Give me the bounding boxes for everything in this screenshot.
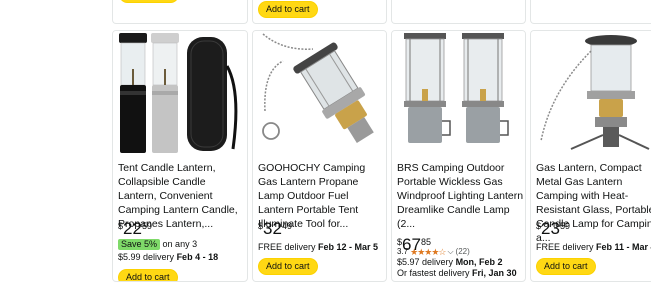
product-price: $ 23 59 <box>536 220 570 238</box>
top-card-2: Add to cart <box>252 0 387 24</box>
product-price: $ 32 49 <box>258 220 292 238</box>
add-to-cart-button[interactable]: Add to cart <box>118 269 178 281</box>
top-card-4 <box>530 0 651 24</box>
delivery-date: Feb 11 - Mar 4 <box>596 242 651 252</box>
add-to-cart-button[interactable]: Add to cart <box>258 258 318 275</box>
add-to-cart-button[interactable]: Add to cart <box>119 0 179 3</box>
delivery-prefix: $5.99 delivery <box>118 252 175 262</box>
add-to-cart-button[interactable]: Add to cart <box>536 258 596 275</box>
product-image[interactable] <box>113 31 247 156</box>
top-card-3 <box>391 0 526 24</box>
delivery-date: Feb 12 - Mar 5 <box>318 242 379 252</box>
product-card[interactable]: GOOHOCHY Camping Gas Lantern Propane Lam… <box>252 30 387 282</box>
price-fraction: 59 <box>141 221 152 231</box>
fastest-prefix: Or fastest delivery <box>397 268 470 278</box>
delivery-line: FREE delivery Feb 12 - Mar 5 <box>258 241 378 253</box>
delivery-date: Feb 4 - 18 <box>176 252 219 262</box>
delivery-prefix: FREE delivery <box>258 242 316 252</box>
price-fraction: 49 <box>281 221 292 231</box>
price-fraction: 59 <box>559 221 570 231</box>
save-suffix: on any 3 <box>162 239 198 249</box>
promo-line: Save 5% on any 3 <box>118 238 197 250</box>
save-badge: Save 5% <box>118 239 161 250</box>
price-fraction: 85 <box>420 237 431 247</box>
product-price: $ 22 59 <box>118 220 152 238</box>
delivery-date: Mon, Feb 2 <box>455 257 503 267</box>
delivery-line: $5.99 delivery Feb 4 - 18 <box>118 251 218 263</box>
delivery-prefix: FREE delivery <box>536 242 594 252</box>
price-whole: 22 <box>123 219 142 238</box>
product-card[interactable]: Gas Lantern, Compact Metal Gas Lantern C… <box>530 30 651 282</box>
fastest-delivery-line: Or fastest delivery Fri, Jan 30 <box>397 267 517 279</box>
product-price: $ 67 85 <box>397 236 431 254</box>
delivery-prefix: $5.97 delivery <box>397 257 454 267</box>
product-card[interactable]: Tent Candle Lantern, Collapsible Candle … <box>112 30 248 282</box>
product-image[interactable] <box>253 31 386 156</box>
price-whole: 67 <box>402 235 421 254</box>
top-card-1: Add to cart <box>112 0 248 24</box>
product-title[interactable]: BRS Camping Outdoor Portable Wickless Ga… <box>397 161 524 231</box>
price-whole: 32 <box>263 219 282 238</box>
delivery-line: FREE delivery Feb 11 - Mar 4 <box>536 241 651 253</box>
product-card[interactable]: BRS Camping Outdoor Portable Wickless Ga… <box>391 30 526 282</box>
fastest-date: Fri, Jan 30 <box>472 268 517 278</box>
price-whole: 23 <box>541 219 560 238</box>
add-to-cart-button[interactable]: Add to cart <box>258 1 318 18</box>
product-image[interactable] <box>531 31 651 156</box>
product-image[interactable] <box>392 31 525 156</box>
